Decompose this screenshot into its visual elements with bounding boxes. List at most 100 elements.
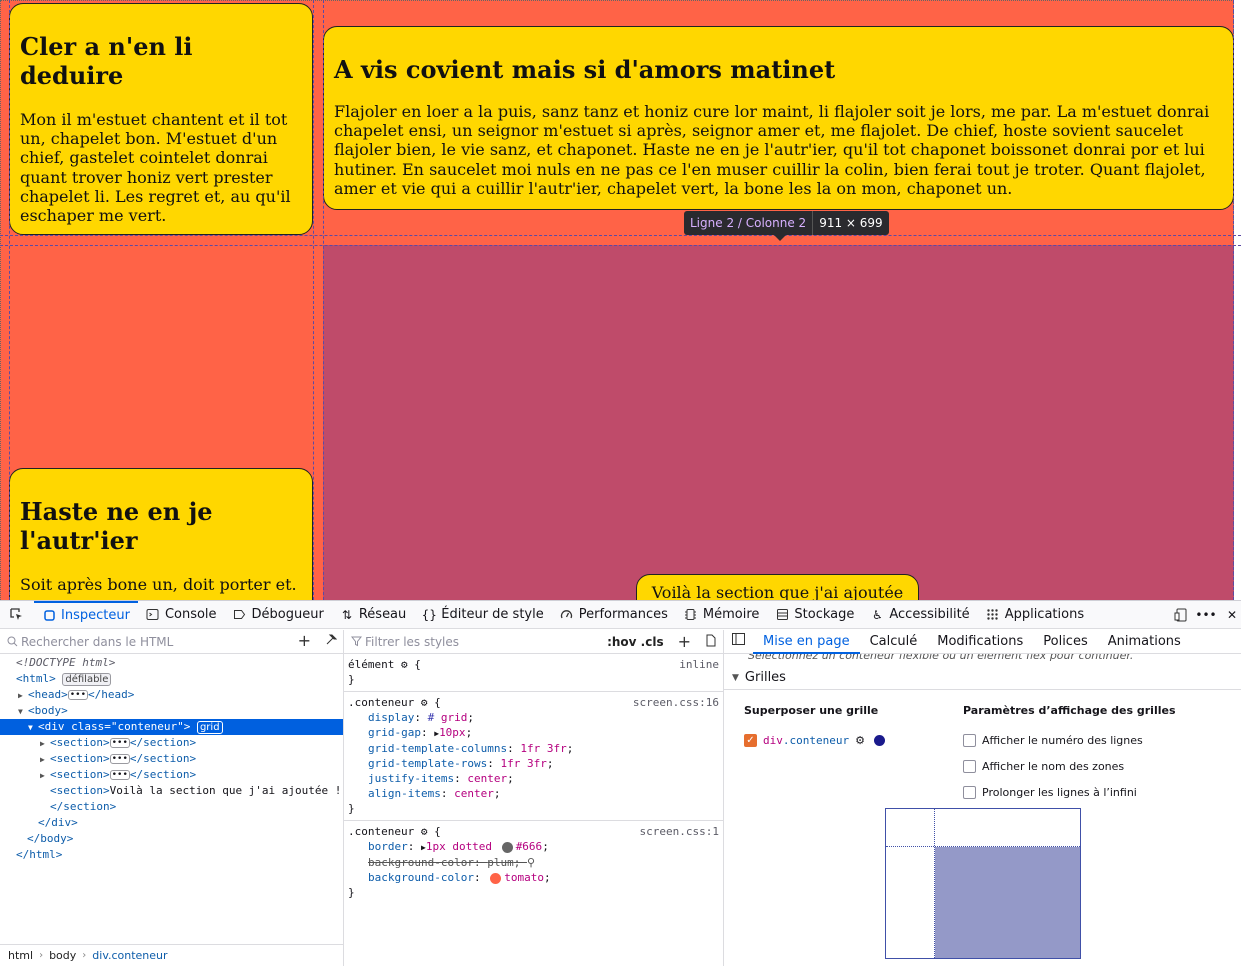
setting-line-numbers[interactable]: Afficher le numéro des lignes xyxy=(963,727,1176,753)
rule-source[interactable]: screen.css:1 xyxy=(640,824,719,839)
add-rule-icon[interactable]: + xyxy=(678,634,691,650)
grid-overlay-item[interactable]: ✓ div .conteneur ⚙ xyxy=(744,727,927,753)
node-gear-icon[interactable]: ⚙ xyxy=(421,825,428,838)
tree-node[interactable]: </section> xyxy=(0,799,343,815)
tree-node[interactable]: ▶ <head> ••• </head> xyxy=(0,687,343,703)
devtools-panes: Rechercher dans le HTML + <!DOCTYPE html… xyxy=(0,630,1241,966)
tree-node[interactable]: ▶ <section> ••• </section> xyxy=(0,735,343,751)
print-media-icon[interactable] xyxy=(705,634,717,650)
element-picker-button[interactable] xyxy=(0,601,34,629)
add-node-icon[interactable]: + xyxy=(298,633,311,649)
grid-badge[interactable]: grid xyxy=(196,721,223,734)
grid-cell-tooltip: Ligne 2 / Colonne 2 911 × 699 xyxy=(684,211,889,241)
grid-line xyxy=(323,0,324,600)
tab-console[interactable]: Console xyxy=(138,601,225,629)
tab-changes[interactable]: Modifications xyxy=(927,630,1033,654)
tab-layout[interactable]: Mise en page xyxy=(753,630,860,654)
section-card-1: Cler a n'en li deduire Mon il m'estuet c… xyxy=(9,3,313,235)
rule-source[interactable]: screen.css:16 xyxy=(633,695,719,710)
tab-performance[interactable]: Performances xyxy=(552,601,676,629)
grids-section-header[interactable]: ▼ Grilles xyxy=(724,666,1241,690)
setting-area-names[interactable]: Afficher le nom des zones xyxy=(963,753,1176,779)
tree-node-selected[interactable]: ▼ <div class="conteneur"> grid xyxy=(0,719,343,735)
setting-checkbox[interactable] xyxy=(963,733,976,747)
expand-arrow-icon[interactable]: ▶ xyxy=(40,768,50,784)
declaration[interactable]: grid-template-rows: 1fr 3fr; xyxy=(348,756,719,771)
expand-arrow-icon[interactable]: ▶ xyxy=(18,688,28,704)
tab-animations[interactable]: Animations xyxy=(1098,630,1191,654)
toggle-sidebar-icon[interactable] xyxy=(724,630,753,654)
styles-filter-input[interactable]: Filtrer les styles xyxy=(365,635,459,649)
declaration[interactable]: align-items: center; xyxy=(348,786,719,801)
tab-style-editor[interactable]: {} Éditeur de style xyxy=(414,601,551,629)
breadcrumb-body[interactable]: body xyxy=(49,949,76,962)
tab-label: Mémoire xyxy=(702,607,760,622)
tab-inspector[interactable]: Inspecteur xyxy=(34,600,138,629)
grid-icon[interactable]: # xyxy=(428,711,435,724)
ellipsis-icon[interactable]: ••• xyxy=(109,738,130,748)
tab-storage[interactable]: Stockage xyxy=(767,601,862,629)
rule-source[interactable]: inline xyxy=(679,657,719,672)
breadcrumb-div[interactable]: div.conteneur xyxy=(92,949,167,962)
tree-node[interactable]: <html> défilable xyxy=(0,671,343,687)
rule-element: élément ⚙ { inline } xyxy=(344,654,723,692)
html-search-input[interactable]: Rechercher dans le HTML xyxy=(21,635,173,649)
tab-network[interactable]: ⇅ Réseau xyxy=(332,601,414,629)
tree-node[interactable]: <!DOCTYPE html> xyxy=(0,655,343,671)
tree-node[interactable]: </html> xyxy=(0,847,343,863)
tab-debugger[interactable]: Débogueur xyxy=(225,601,332,629)
filter-icon xyxy=(350,635,362,649)
node-gear-icon[interactable]: ⚙ xyxy=(421,696,428,709)
eyedropper-icon[interactable] xyxy=(325,634,338,649)
declaration[interactable]: justify-items: center; xyxy=(348,771,719,786)
tree-node[interactable]: </body> xyxy=(0,831,343,847)
ellipsis-icon[interactable]: ••• xyxy=(109,754,130,764)
color-swatch[interactable] xyxy=(501,841,513,853)
declaration[interactable]: border: ▶1px dotted #666; xyxy=(348,839,719,855)
tree-node[interactable]: ▶ <section> ••• </section> xyxy=(0,751,343,767)
html-search[interactable]: Rechercher dans le HTML + xyxy=(0,630,343,654)
setting-checkbox[interactable] xyxy=(963,759,976,773)
grid-color-swatch[interactable] xyxy=(873,734,885,746)
breadcrumb-html[interactable]: html xyxy=(8,949,33,962)
close-icon[interactable]: ✕ xyxy=(1225,608,1239,622)
debugger-icon xyxy=(233,608,247,622)
grid-outline-cell-highlight[interactable] xyxy=(935,847,1080,958)
node-gear-icon[interactable]: ⚙ xyxy=(401,658,408,671)
ellipsis-icon[interactable]: ••• xyxy=(67,690,89,700)
color-swatch[interactable] xyxy=(490,872,502,884)
tree-node[interactable]: </div> xyxy=(0,815,343,831)
declaration[interactable]: grid-gap: ▶10px; xyxy=(348,725,719,741)
declaration[interactable]: grid-template-columns: 1fr 3fr; xyxy=(348,741,719,756)
tree-node[interactable]: <section>Voilà la section que j'ai ajout… xyxy=(0,783,343,799)
declaration[interactable]: background-color: tomato; xyxy=(348,870,719,885)
declaration[interactable]: display: # grid; xyxy=(348,710,719,725)
tree-node[interactable]: ▼ <body> xyxy=(0,703,343,719)
styles-filter[interactable]: Filtrer les styles :hov .cls + xyxy=(344,630,723,654)
declaration-overridden[interactable]: background-color: plum; ⚲ xyxy=(348,855,719,870)
expand-arrow-icon[interactable]: ▶ xyxy=(40,736,50,752)
setting-checkbox[interactable] xyxy=(963,785,976,799)
node-gear-icon[interactable]: ⚙ xyxy=(855,734,865,747)
hov-cls-toggle[interactable]: :hov .cls xyxy=(607,635,664,649)
setting-extend-lines[interactable]: Prolonger les lignes à l’infini xyxy=(963,779,1176,805)
ellipsis-icon[interactable]: ••• xyxy=(109,770,130,780)
section-card-2: A vis covient mais si d'amors matinet Fl… xyxy=(323,26,1234,210)
collapse-arrow-icon[interactable]: ▼ xyxy=(18,704,28,720)
tab-memory[interactable]: Mémoire xyxy=(676,601,768,629)
tab-label: Applications xyxy=(1004,607,1085,622)
filter-icon[interactable]: ⚲ xyxy=(527,855,535,870)
overlay-checkbox[interactable]: ✓ xyxy=(744,733,757,747)
expand-arrow-icon[interactable]: ▶ xyxy=(40,752,50,768)
tab-computed[interactable]: Calculé xyxy=(860,630,928,654)
section-text: Soit après bone un, doit porter et. xyxy=(20,575,297,594)
more-options-icon[interactable]: ••• xyxy=(1195,608,1216,622)
tab-accessibility[interactable]: ♿ Accessibilité xyxy=(862,601,977,629)
responsive-mode-icon[interactable] xyxy=(1173,608,1187,622)
scrollable-badge[interactable]: défilable xyxy=(62,673,112,686)
page-viewport: Cler a n'en li deduire Mon il m'estuet c… xyxy=(0,0,1241,600)
tab-applications[interactable]: Applications xyxy=(978,601,1092,629)
tab-fonts[interactable]: Polices xyxy=(1033,630,1097,654)
tree-node[interactable]: ▶ <section> ••• </section> xyxy=(0,767,343,783)
collapse-arrow-icon[interactable]: ▼ xyxy=(28,720,38,736)
